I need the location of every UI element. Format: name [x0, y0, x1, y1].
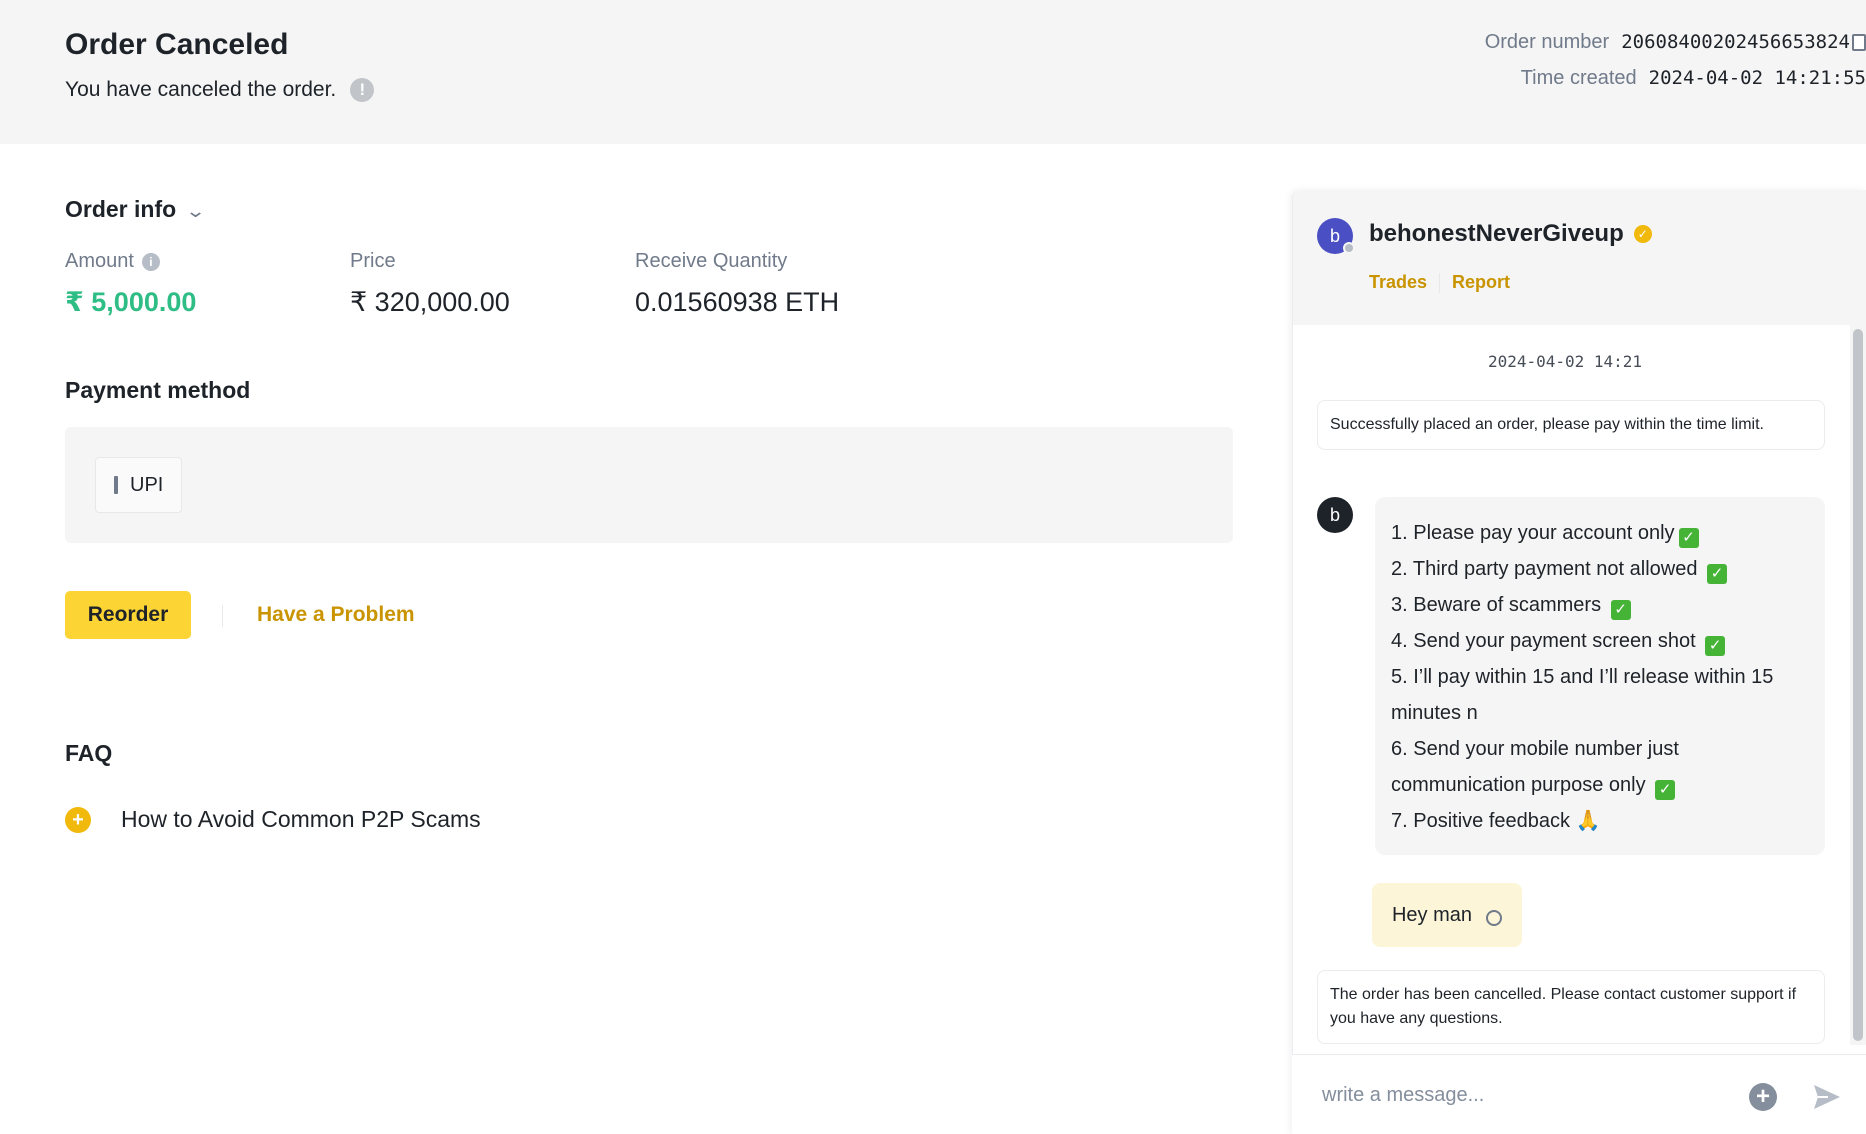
send-icon[interactable] [1812, 1083, 1842, 1111]
check-mark-icon: ✓ [1707, 564, 1728, 584]
rule-text: 7. Positive feedback 🙏 [1391, 810, 1601, 832]
page-title: Order Canceled [65, 28, 289, 61]
online-status-dot [1343, 242, 1355, 254]
counterparty-name-text: behonestNeverGiveup [1369, 220, 1624, 247]
rule-line: 4. Send your payment screen shot ✓ [1391, 623, 1809, 659]
payment-method-label: UPI [130, 473, 164, 496]
rule-line: 7. Positive feedback 🙏 [1391, 803, 1809, 839]
counterparty-message-avatar: b [1317, 497, 1353, 533]
exclamation-circle-icon[interactable]: ! [350, 78, 375, 102]
rule-text: 1. Please pay your account only [1391, 522, 1675, 544]
copy-icon[interactable] [1852, 33, 1866, 51]
chat-input-bar: + [1292, 1054, 1866, 1134]
rule-text: 3. Beware of scammers [1391, 594, 1607, 616]
system-message-order-cancelled: The order has been cancelled. Please con… [1317, 970, 1825, 1044]
check-mark-icon: ✓ [1678, 528, 1699, 548]
reorder-button[interactable]: Reorder [65, 591, 191, 639]
counterparty-name[interactable]: behonestNeverGiveup ✓ [1369, 220, 1652, 248]
order-meta: Order number 20608400202456653824 Time c… [1485, 24, 1866, 96]
system-message-order-placed: Successfully placed an order, please pay… [1317, 400, 1825, 450]
time-created-value: 2024-04-02 14:21:55 [1648, 67, 1866, 89]
payment-method-box: UPI [65, 427, 1233, 543]
quantity-label: Receive Quantity [635, 250, 788, 272]
rule-text: 2. Third party payment not allowed [1391, 558, 1704, 580]
payment-method-chip: UPI [95, 457, 183, 513]
check-mark-icon: ✓ [1705, 636, 1726, 656]
amount-label-row: Amount i [65, 250, 196, 273]
faq-title: FAQ [65, 740, 113, 766]
rule-line: 5. I’ll pay within 15 and I’ll release w… [1391, 659, 1809, 731]
action-divider [222, 605, 223, 627]
chat-timestamp: 2024-04-02 14:21 [1487, 352, 1643, 371]
check-mark-icon: ✓ [1655, 780, 1676, 800]
time-created-row: Time created 2024-04-02 14:21:55 [1485, 60, 1866, 96]
message-input[interactable] [1322, 1077, 1702, 1113]
price-column: Price ₹ 320,000.00 [350, 250, 510, 318]
plus-circle-icon: + [65, 806, 91, 833]
subtitle-text: You have canceled the order. [65, 78, 337, 101]
chat-header-links: Trades Report [1369, 272, 1510, 293]
amount-value: ₹ 5,000.00 [65, 287, 197, 317]
link-divider [1439, 272, 1441, 293]
plus-circle-icon[interactable]: + [1749, 1083, 1777, 1111]
amount-label: Amount [65, 250, 134, 272]
rule-line: 3. Beware of scammers ✓ [1391, 587, 1809, 623]
pending-circle-icon [1486, 910, 1502, 926]
order-number-row: Order number 20608400202456653824 [1485, 24, 1866, 60]
trades-link[interactable]: Trades [1369, 272, 1427, 293]
quantity-column: Receive Quantity 0.01560938 ETH [635, 250, 839, 318]
rule-line: 1. Please pay your account only ✓ [1391, 515, 1809, 551]
rule-line: 2. Third party payment not allowed ✓ [1391, 551, 1809, 587]
order-status-subtitle: You have canceled the order. ! [65, 78, 375, 102]
report-link[interactable]: Report [1452, 272, 1510, 293]
order-number-value: 20608400202456653824 [1621, 31, 1850, 53]
amount-column: Amount i ₹ 5,000.00 [65, 250, 196, 318]
chevron-down-icon: ⌄ [185, 201, 207, 221]
faq-item[interactable]: + How to Avoid Common P2P Scams [65, 806, 481, 833]
time-created-label: Time created [1520, 66, 1637, 89]
order-info-toggle[interactable]: Order info ⌄ [65, 196, 207, 223]
rule-text: 4. Send your payment screen shot [1391, 630, 1702, 652]
rule-line: 6. Send your mobile number just communic… [1391, 731, 1809, 803]
quantity-value: 0.01560938 ETH [635, 287, 840, 317]
verified-badge-icon: ✓ [1633, 225, 1652, 243]
rule-text: 6. Send your mobile number just communic… [1391, 738, 1679, 796]
chat-scrollbar-thumb[interactable] [1853, 329, 1863, 1041]
chat-header: b behonestNeverGiveup ✓ Trades Report [1293, 190, 1866, 325]
order-number-label: Order number [1484, 30, 1610, 53]
rule-text: 5. I’ll pay within 15 and I’ll release w… [1391, 666, 1774, 724]
price-label: Price [350, 250, 396, 272]
payment-bar-icon [114, 476, 118, 494]
have-a-problem-link[interactable]: Have a Problem [257, 603, 415, 627]
chat-scrollbar[interactable] [1850, 325, 1866, 1045]
user-message-text: Hey man [1391, 903, 1472, 926]
order-status-header: Order Canceled You have canceled the ord… [0, 0, 1866, 144]
faq-item-label: How to Avoid Common P2P Scams [121, 806, 481, 832]
counterparty-message-bubble: 1. Please pay your account only ✓ 2. Thir… [1375, 497, 1825, 855]
check-mark-icon: ✓ [1610, 600, 1631, 620]
info-icon[interactable]: i [141, 252, 160, 271]
user-message-bubble: Hey man [1371, 883, 1522, 947]
payment-method-title: Payment method [65, 377, 251, 403]
order-info-title: Order info [65, 196, 177, 222]
price-value: ₹ 320,000.00 [350, 287, 510, 317]
